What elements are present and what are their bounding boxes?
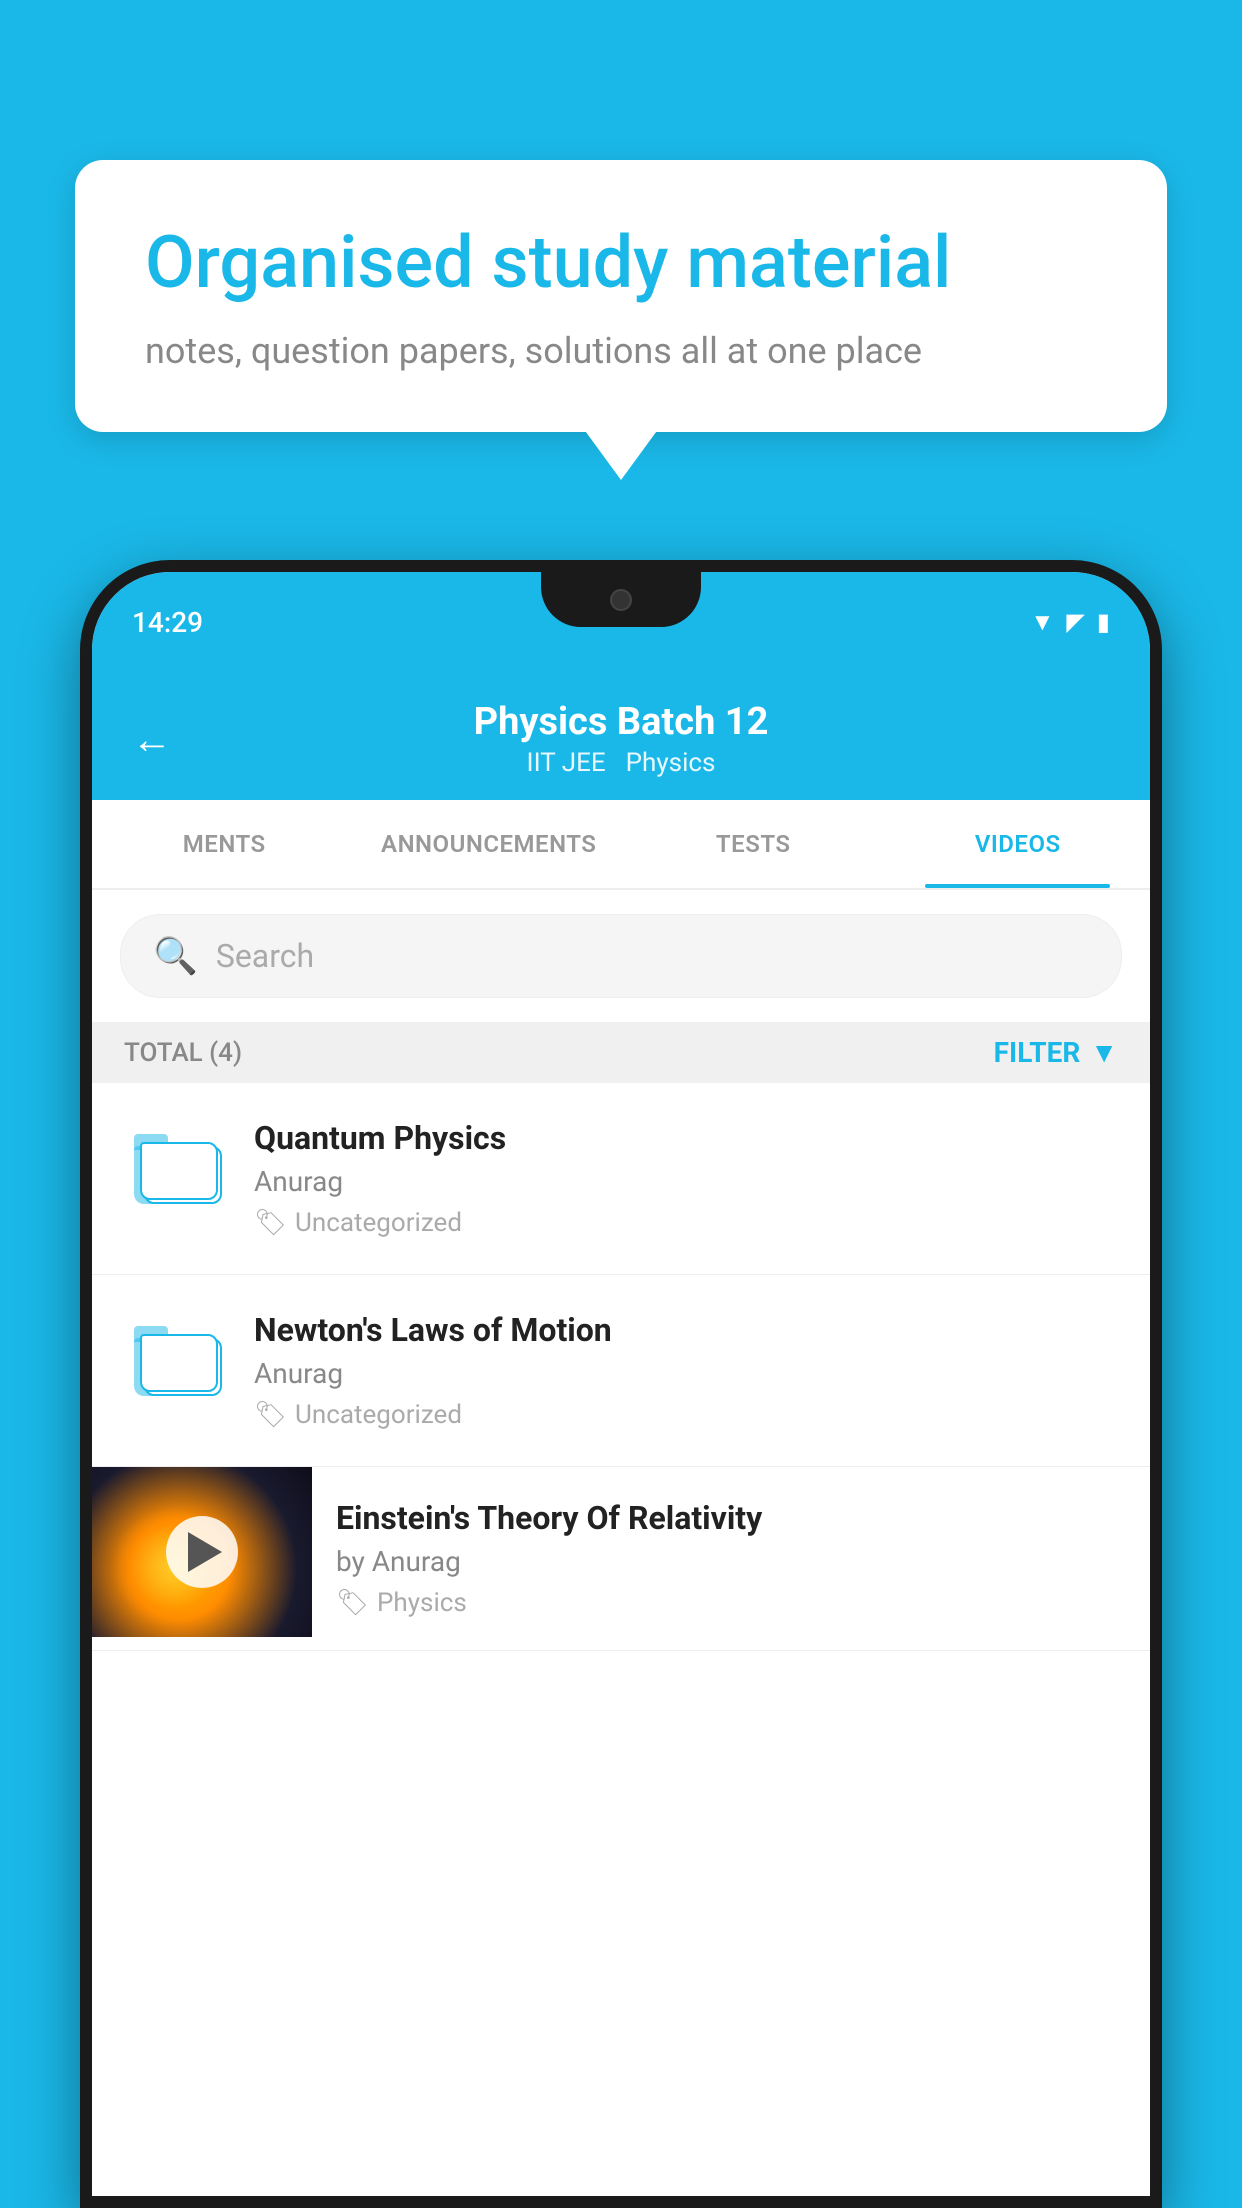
video-author: Anurag [254,1357,1118,1390]
bubble-title: Organised study material [145,220,1097,306]
signal-icon: ◤ [1066,608,1084,636]
tag-text: Physics [377,1588,467,1618]
list-item[interactable]: Quantum Physics Anurag 🏷 Uncategorized [92,1083,1150,1275]
tag-icon: 🏷 [254,1208,287,1238]
play-button[interactable] [166,1516,238,1588]
status-icons: ▼ ◤ ▮ [1031,608,1110,637]
tag-text: Uncategorized [295,1208,462,1238]
tag-icon: 🏷 [254,1400,287,1430]
tab-ments[interactable]: MENTS [92,800,357,888]
notch [541,572,701,627]
video-info: Quantum Physics Anurag 🏷 Uncategorized [254,1119,1118,1238]
total-count: TOTAL (4) [124,1038,242,1068]
video-list: Quantum Physics Anurag 🏷 Uncategorized [92,1083,1150,1651]
wifi-icon: ▼ [1031,608,1055,637]
search-placeholder: Search [216,937,314,975]
header-center: Physics Batch 12 IIT JEE Physics [474,700,769,778]
tab-videos[interactable]: VIDEOS [886,800,1151,888]
list-item[interactable]: Newton's Laws of Motion Anurag 🏷 Uncateg… [92,1275,1150,1467]
filter-icon: ▼ [1090,1036,1118,1069]
search-bar[interactable]: 🔍 Search [120,914,1122,998]
video-thumbnail [92,1467,312,1637]
tabs-bar: MENTS ANNOUNCEMENTS TESTS VIDEOS [92,800,1150,890]
video-title: Quantum Physics [254,1119,1118,1157]
video-tag: 🏷 Uncategorized [254,1400,1118,1430]
phone-frame: 14:29 ▼ ◤ ▮ ← Physics Batch 12 IIT JEE P… [80,560,1162,2208]
filter-label: FILTER [994,1036,1081,1069]
header-subtitle: IIT JEE Physics [474,748,769,778]
filter-row: TOTAL (4) FILTER ▼ [92,1022,1150,1083]
video-tag: 🏷 Uncategorized [254,1208,1118,1238]
video-tag: 🏷 Physics [336,1588,1126,1618]
play-icon [188,1532,222,1572]
app-header: ← Physics Batch 12 IIT JEE Physics [92,672,1150,800]
video-author: Anurag [254,1165,1118,1198]
tab-videos-label: VIDEOS [975,830,1061,858]
tab-tests-label: TESTS [716,830,791,858]
search-icon: 🔍 [153,935,198,977]
video-info: Einstein's Theory Of Relativity by Anura… [312,1467,1150,1650]
video-info: Newton's Laws of Motion Anurag 🏷 Uncateg… [254,1311,1118,1430]
tab-ments-label: MENTS [183,830,266,858]
video-title: Einstein's Theory Of Relativity [336,1499,1126,1537]
back-button[interactable]: ← [132,716,172,763]
filter-button[interactable]: FILTER ▼ [994,1036,1118,1069]
status-bar: 14:29 ▼ ◤ ▮ [92,572,1150,672]
folder-icon [124,1119,224,1219]
tab-tests[interactable]: TESTS [621,800,886,888]
video-title: Newton's Laws of Motion [254,1311,1118,1349]
speech-bubble: Organised study material notes, question… [75,160,1167,432]
bubble-subtitle: notes, question papers, solutions all at… [145,330,1097,372]
phone-screen: 14:29 ▼ ◤ ▮ ← Physics Batch 12 IIT JEE P… [92,572,1150,2196]
header-subtitle-physics: Physics [626,748,716,778]
header-subtitle-iit: IIT JEE [527,748,606,778]
folder-icon [124,1311,224,1411]
tag-text: Uncategorized [295,1400,462,1430]
tab-announcements[interactable]: ANNOUNCEMENTS [357,800,622,888]
battery-icon: ▮ [1097,608,1110,636]
tag-icon: 🏷 [336,1588,369,1618]
tab-announcements-label: ANNOUNCEMENTS [381,830,596,858]
video-author: by Anurag [336,1545,1126,1578]
list-item[interactable]: Einstein's Theory Of Relativity by Anura… [92,1467,1150,1651]
camera [610,589,632,611]
header-title: Physics Batch 12 [474,700,769,744]
